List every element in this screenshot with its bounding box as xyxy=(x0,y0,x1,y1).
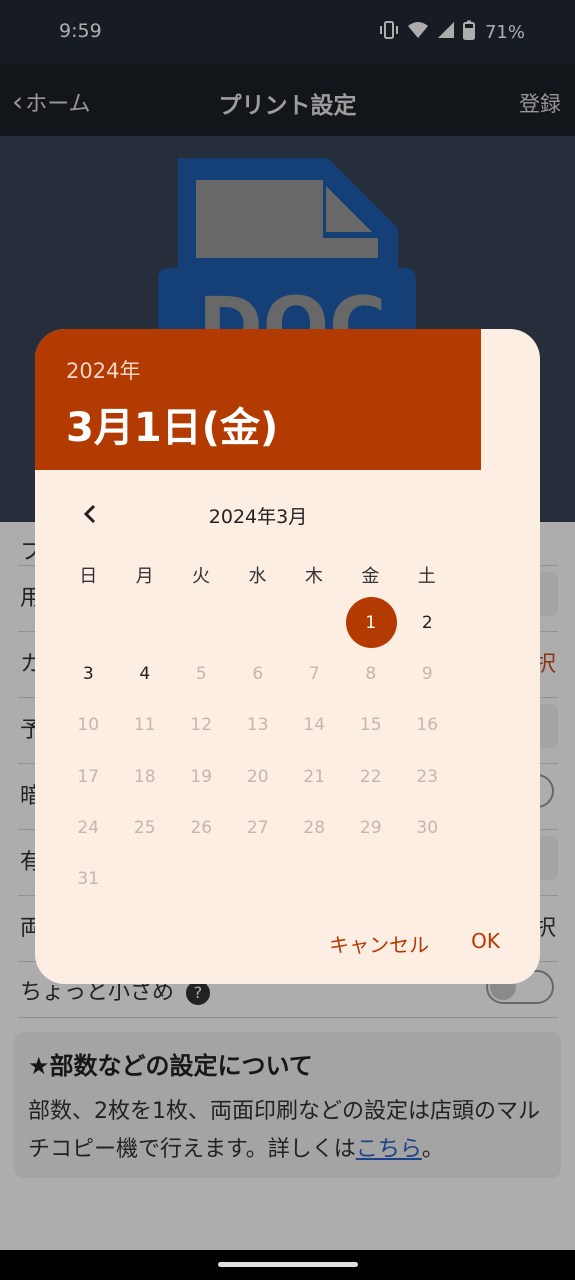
calendar-day-number: 2 xyxy=(421,612,433,633)
calendar-day-number: 30 xyxy=(416,817,439,838)
calendar-day-number: 14 xyxy=(303,715,326,736)
calendar-day-number: 12 xyxy=(190,715,213,736)
header-date: 3月1日(金) xyxy=(66,405,279,451)
calendar-day-number: 22 xyxy=(359,766,382,787)
calendar-day-number: 10 xyxy=(77,715,100,736)
calendar-day[interactable]: 2 xyxy=(399,597,456,648)
calendar-day: 7 xyxy=(286,648,343,699)
calendar-day: 13 xyxy=(230,700,287,751)
calendar-day-number: 24 xyxy=(77,817,100,838)
calendar-day: 9 xyxy=(399,648,456,699)
calendar-day: 23 xyxy=(399,751,456,802)
calendar-day: 22 xyxy=(343,751,400,802)
calendar-day: 11 xyxy=(117,700,174,751)
date-picker-dialog: 2024年 3月1日(金) 2024年3月 日 月 火 水 木 金 土 1234… xyxy=(35,329,540,984)
calendar-day-number: 17 xyxy=(77,766,100,787)
calendar-day-number: 31 xyxy=(77,869,100,890)
weekday-label: 木 xyxy=(304,566,323,587)
calendar-day-number: 13 xyxy=(246,715,269,736)
system-nav-bar xyxy=(0,1250,575,1280)
calendar-day: 16 xyxy=(399,700,456,751)
calendar-day-number: 1 xyxy=(365,612,377,633)
calendar-day-number: 4 xyxy=(139,663,151,684)
calendar-day: 19 xyxy=(173,751,230,802)
calendar-day: 25 xyxy=(117,802,174,853)
calendar-day: 28 xyxy=(286,802,343,853)
calendar-day: 21 xyxy=(286,751,343,802)
calendar-day: 12 xyxy=(173,700,230,751)
calendar-day: 27 xyxy=(230,802,287,853)
calendar-day-number: 6 xyxy=(252,663,264,684)
calendar-empty-cell xyxy=(60,597,117,648)
header-year[interactable]: 2024年 xyxy=(66,355,140,385)
calendar-day: 17 xyxy=(60,751,117,802)
calendar-day-number: 25 xyxy=(133,817,156,838)
calendar-day-number: 5 xyxy=(195,663,207,684)
weekday-label: 日 xyxy=(79,566,98,587)
calendar-day-number: 3 xyxy=(82,663,94,684)
calendar-day: 30 xyxy=(399,802,456,853)
calendar-day-number: 29 xyxy=(359,817,382,838)
weekday-label: 月 xyxy=(135,566,154,587)
calendar-day-number: 20 xyxy=(246,766,269,787)
calendar-day: 29 xyxy=(343,802,400,853)
calendar-day: 6 xyxy=(230,648,287,699)
calendar-day: 5 xyxy=(173,648,230,699)
weekday-label: 金 xyxy=(361,566,380,587)
calendar-day-number: 23 xyxy=(416,766,439,787)
calendar-day: 15 xyxy=(343,700,400,751)
weekday-label: 火 xyxy=(192,566,211,587)
date-picker-header: 2024年 3月1日(金) xyxy=(35,329,481,470)
calendar-empty-cell xyxy=(286,597,343,648)
calendar-day-selected[interactable]: 1 xyxy=(343,597,400,649)
calendar-day: 26 xyxy=(173,802,230,853)
calendar-day: 10 xyxy=(60,700,117,751)
calendar-day-number: 27 xyxy=(246,817,269,838)
calendar-day: 24 xyxy=(60,802,117,853)
calendar-day[interactable]: 3 xyxy=(60,648,117,699)
cancel-button[interactable]: キャンセル xyxy=(329,929,429,958)
calendar-day-number: 15 xyxy=(359,715,382,736)
weekday-header: 日 月 火 水 木 金 土 xyxy=(60,562,455,588)
calendar-day: 14 xyxy=(286,700,343,751)
calendar-day: 18 xyxy=(117,751,174,802)
calendar-day-number: 16 xyxy=(416,715,439,736)
weekday-label: 土 xyxy=(417,566,436,587)
calendar-day: 20 xyxy=(230,751,287,802)
calendar-day-number: 11 xyxy=(133,715,156,736)
calendar-day-number: 26 xyxy=(190,817,213,838)
calendar-empty-cell xyxy=(117,597,174,648)
calendar-empty-cell xyxy=(230,597,287,648)
prev-month-button[interactable] xyxy=(75,497,105,531)
calendar-empty-cell xyxy=(173,597,230,648)
dialog-actions: キャンセル OK xyxy=(329,929,500,958)
calendar-day-number: 19 xyxy=(190,766,213,787)
calendar-day-number: 9 xyxy=(421,663,433,684)
home-gesture-handle[interactable] xyxy=(218,1262,358,1267)
calendar-day-number: 7 xyxy=(308,663,320,684)
calendar-day[interactable]: 4 xyxy=(117,648,174,699)
weekday-label: 水 xyxy=(248,566,267,587)
calendar-day-number: 8 xyxy=(365,663,377,684)
ok-button[interactable]: OK xyxy=(471,929,500,958)
calendar-day: 31 xyxy=(60,853,117,904)
calendar-day-number: 28 xyxy=(303,817,326,838)
calendar-day-number: 21 xyxy=(303,766,326,787)
calendar-day-number: 18 xyxy=(133,766,156,787)
calendar-day: 8 xyxy=(343,648,400,699)
calendar-days-grid: 1 2 3 4 5 6 7 8 9 10 11 12 13 14 15 16 17 18 19 20 21 22 23 24 2… xyxy=(60,597,455,905)
month-navigation: 2024年3月 xyxy=(35,497,481,531)
chevron-left-icon xyxy=(83,504,96,524)
